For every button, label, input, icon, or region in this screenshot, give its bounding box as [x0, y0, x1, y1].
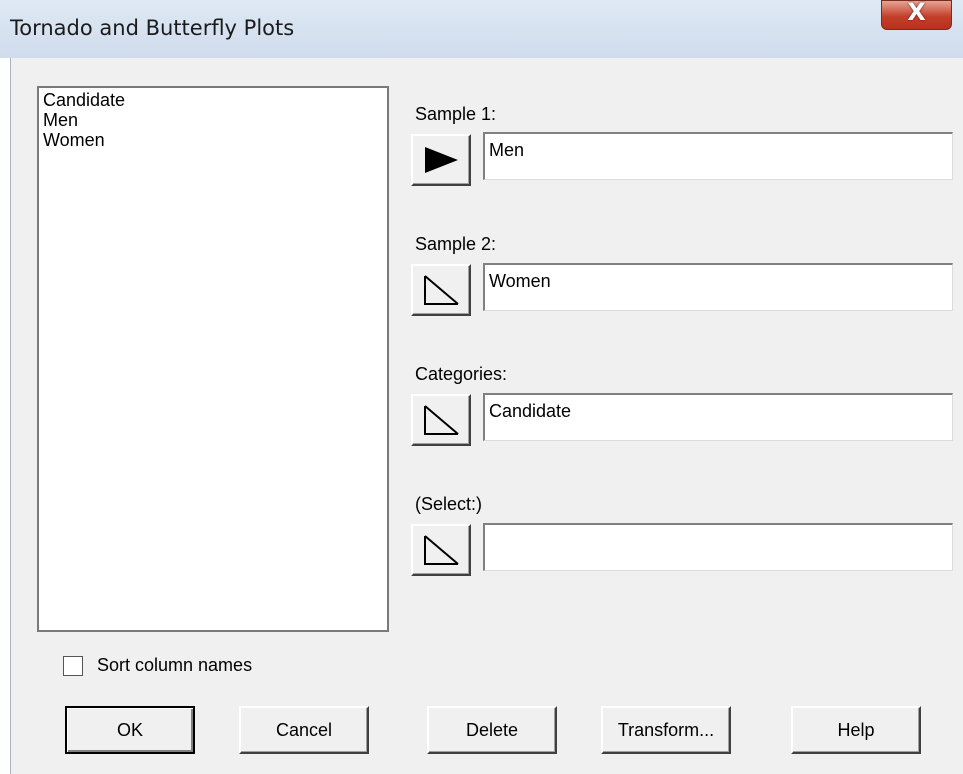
sample1-arrow-button[interactable]	[411, 134, 471, 186]
sample1-label: Sample 1:	[415, 104, 497, 124]
transform-button[interactable]: Transform...	[601, 706, 731, 754]
outline-arrow-icon	[424, 275, 459, 305]
outline-arrow-icon	[424, 405, 459, 435]
window-title: Tornado and Butterfly Plots	[10, 16, 295, 40]
close-button[interactable]: X	[881, 0, 952, 30]
sort-checkbox-label[interactable]: Sort column names	[97, 655, 252, 676]
sample2-arrow-button[interactable]	[411, 264, 471, 316]
select-arrow-button[interactable]	[411, 524, 471, 576]
close-icon: X	[907, 0, 926, 26]
cancel-button[interactable]: Cancel	[239, 706, 369, 754]
title-bar: Tornado and Butterfly Plots X	[0, 0, 963, 58]
categories-arrow-button[interactable]	[411, 394, 471, 446]
sample1-field[interactable]: Men	[483, 132, 953, 180]
column-list[interactable]: Candidate Men Women	[37, 86, 389, 632]
list-item-candidate[interactable]: Candidate	[43, 90, 387, 110]
sample2-label: Sample 2:	[415, 234, 497, 254]
filled-arrow-icon	[425, 147, 458, 173]
list-item-women[interactable]: Women	[43, 130, 387, 150]
select-label: (Select:)	[415, 494, 483, 514]
delete-button[interactable]: Delete	[427, 706, 557, 754]
list-item-men[interactable]: Men	[43, 110, 387, 130]
dialog-body: Candidate Men Women Sample 1: Men Sample…	[10, 58, 963, 774]
ok-button[interactable]: OK	[65, 706, 195, 754]
categories-label: Categories:	[415, 364, 508, 384]
outline-arrow-icon	[424, 535, 459, 565]
sample2-field[interactable]: Women	[483, 263, 953, 311]
help-button[interactable]: Help	[791, 706, 921, 754]
categories-field[interactable]: Candidate	[483, 393, 953, 441]
select-field[interactable]	[483, 523, 953, 571]
sort-checkbox[interactable]	[63, 656, 83, 676]
